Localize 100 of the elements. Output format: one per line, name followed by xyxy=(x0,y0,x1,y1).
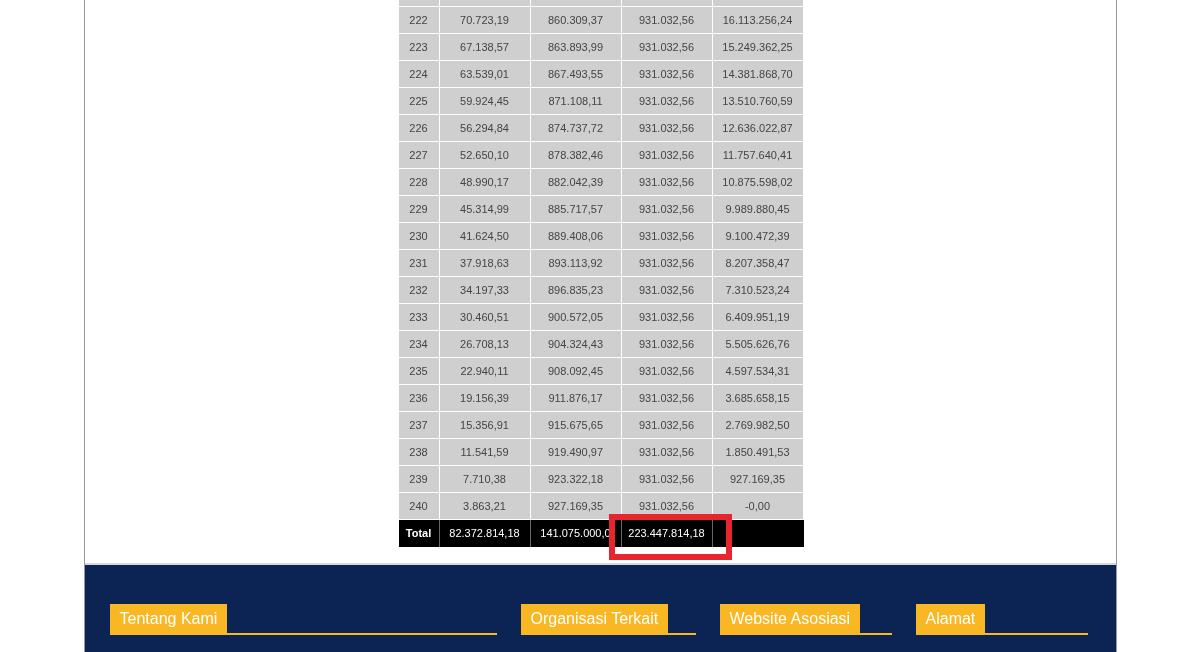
table-cell: 233 xyxy=(398,304,440,331)
table-cell: 3.863,21 xyxy=(439,493,531,520)
table-cell: 67.138,57 xyxy=(439,34,531,61)
table-cell: 7.710,38 xyxy=(439,466,531,493)
table-cell: 45.314,99 xyxy=(439,196,531,223)
table-cell: 19.156,39 xyxy=(439,385,531,412)
table-cell: 867.493,55 xyxy=(530,61,622,88)
table-cell: 931.032,56 xyxy=(621,277,713,304)
table-cell: 923.322,18 xyxy=(530,466,622,493)
table-cell: 931.032,56 xyxy=(621,142,713,169)
table-cell: 237 xyxy=(398,412,440,439)
table-cell: 8.207.358,47 xyxy=(712,250,804,277)
table-cell: 931.032,56 xyxy=(621,88,713,115)
table-cell: 931.032,56 xyxy=(621,223,713,250)
table-cell: 931.032,56 xyxy=(621,412,713,439)
table-cell: 56.294,84 xyxy=(439,115,531,142)
table-cell: 10.875.598,02 xyxy=(712,169,804,196)
table-cell: 885.717,57 xyxy=(530,196,622,223)
section-heading: Tentang Kami xyxy=(109,604,228,633)
table-cell: 860.309,37 xyxy=(530,7,622,34)
table-cell: 931.032,56 xyxy=(621,439,713,466)
table-cell: 931.032,56 xyxy=(621,250,713,277)
table-cell: 225 xyxy=(398,88,440,115)
table-cell: 7.310.523,24 xyxy=(712,277,804,304)
table-cell: 893.113,92 xyxy=(530,250,622,277)
section-heading: Organisasi Terkait xyxy=(520,604,669,633)
table-cell: 231 xyxy=(398,250,440,277)
table-cell: 915.675,65 xyxy=(530,412,622,439)
table-cell: 931.032,56 xyxy=(621,34,713,61)
table-cell: 34.197,33 xyxy=(439,277,531,304)
table-cell: 2.769.982,50 xyxy=(712,412,804,439)
table-cell: 224 xyxy=(398,61,440,88)
table-cell: 239 xyxy=(398,466,440,493)
section-heading: Alamat xyxy=(915,604,986,633)
table-cell: 3.685.658,15 xyxy=(712,385,804,412)
table-cell: 931.032,56 xyxy=(621,61,713,88)
total-cell: 82.372.814,18 xyxy=(439,520,531,547)
table-cell: 59.924,45 xyxy=(439,88,531,115)
table-cell: 927.169,35 xyxy=(712,466,804,493)
table-cell: 931.032,56 xyxy=(621,358,713,385)
table-cell: 882.042,39 xyxy=(530,169,622,196)
table-cell: 70.723,19 xyxy=(439,7,531,34)
table-cell: 232 xyxy=(398,277,440,304)
table-cell: 896.835,23 xyxy=(530,277,622,304)
total-cell: 141.075.000,0 xyxy=(530,520,622,547)
table-cell: 30.460,51 xyxy=(439,304,531,331)
table-cell: 904.324,43 xyxy=(530,331,622,358)
table-cell: 4.597.534,31 xyxy=(712,358,804,385)
table-cell: 919.490,97 xyxy=(530,439,622,466)
table-cell: 15.356,91 xyxy=(439,412,531,439)
table-cell: 931.032,56 xyxy=(621,7,713,34)
table-cell: 6.409.951,19 xyxy=(712,304,804,331)
table-cell: 911.876,17 xyxy=(530,385,622,412)
table-cell: 11.541,59 xyxy=(439,439,531,466)
table-cell: 931.032,56 xyxy=(621,304,713,331)
table-cell: 12.636.022,87 xyxy=(712,115,804,142)
table-cell: 889.408,06 xyxy=(530,223,622,250)
table-cell: 863.893,99 xyxy=(530,34,622,61)
table-cell: 5.505.626,76 xyxy=(712,331,804,358)
table-cell: 900.572,05 xyxy=(530,304,622,331)
table-cell: 11.757.640,41 xyxy=(712,142,804,169)
table-cell: 1.850.491,53 xyxy=(712,439,804,466)
table-cell: 52.650,10 xyxy=(439,142,531,169)
table-cell: 222 xyxy=(398,7,440,34)
table-cell: 874.737,72 xyxy=(530,115,622,142)
table-cell: 228 xyxy=(398,169,440,196)
table-cell: 931.032,56 xyxy=(621,331,713,358)
table-cell: 16.113.256,24 xyxy=(712,7,804,34)
table-cell: 931.032,56 xyxy=(621,385,713,412)
table-cell: 240 xyxy=(398,493,440,520)
table-cell: 14.381.868,70 xyxy=(712,61,804,88)
table-cell: 15.249.362,25 xyxy=(712,34,804,61)
table-cell: 931.032,56 xyxy=(621,115,713,142)
table-cell: 26.708,13 xyxy=(439,331,531,358)
table-cell: 227 xyxy=(398,142,440,169)
table-cell: 13.510.760,59 xyxy=(712,88,804,115)
table-cell: 236 xyxy=(398,385,440,412)
table-cell: 9.100.472,39 xyxy=(712,223,804,250)
table-cell: 48.990,17 xyxy=(439,169,531,196)
table-cell: 931.032,56 xyxy=(621,169,713,196)
table-cell: -0,00 xyxy=(712,493,804,520)
total-cell: Total xyxy=(398,520,440,547)
table-cell: 223 xyxy=(398,34,440,61)
table-cell: 226 xyxy=(398,115,440,142)
table-cell: 37.918,63 xyxy=(439,250,531,277)
total-cell: 223.447.814,18 xyxy=(621,520,713,547)
table-cell: 230 xyxy=(398,223,440,250)
table-cell: 871.108,11 xyxy=(530,88,622,115)
table-cell: 908.092,45 xyxy=(530,358,622,385)
table-cell: 931.032,56 xyxy=(621,196,713,223)
section-heading: Website Asosiasi xyxy=(719,604,861,633)
table-cell: 878.382,46 xyxy=(530,142,622,169)
table-cell: 234 xyxy=(398,331,440,358)
table-cell: 229 xyxy=(398,196,440,223)
table-cell: 235 xyxy=(398,358,440,385)
table-cell: 238 xyxy=(398,439,440,466)
table-cell: 931.032,56 xyxy=(621,466,713,493)
table-cell: 927.169,35 xyxy=(530,493,622,520)
table-cell: 63.539,01 xyxy=(439,61,531,88)
table-cell: 9.989.880,45 xyxy=(712,196,804,223)
